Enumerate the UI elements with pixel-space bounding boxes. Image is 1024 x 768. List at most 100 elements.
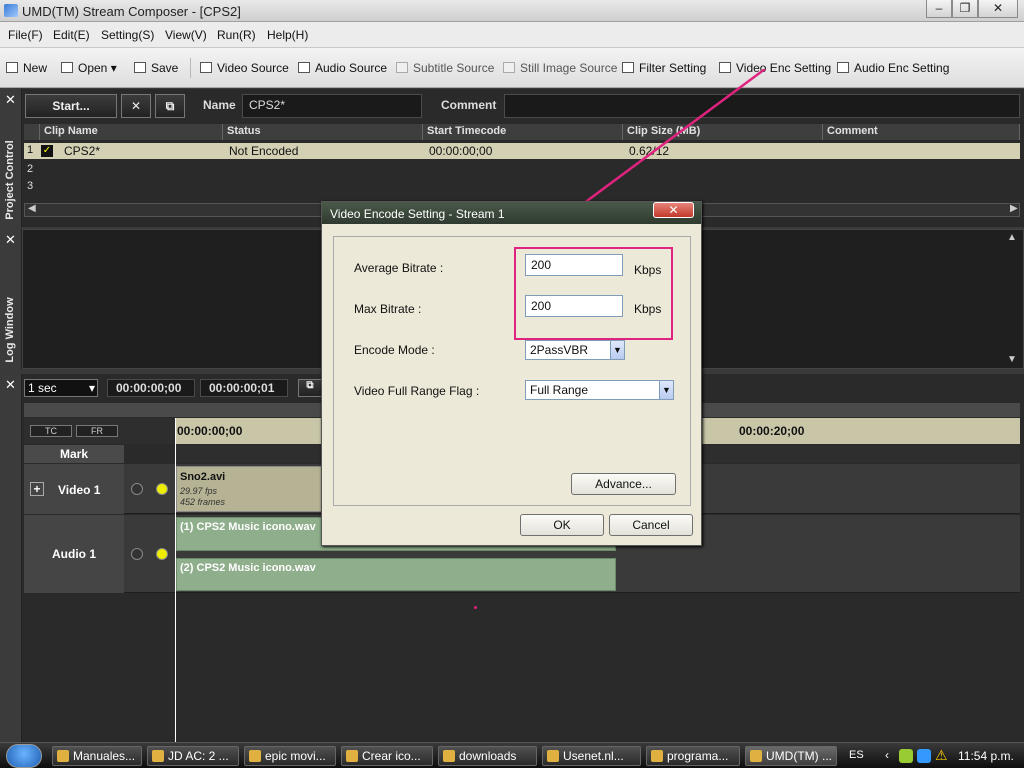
- copy-icon[interactable]: ⧉: [155, 94, 185, 118]
- taskbar-item[interactable]: Manuales...: [52, 746, 142, 766]
- scroll-left-icon[interactable]: ◀: [28, 203, 36, 214]
- program-icon: [651, 750, 663, 762]
- enable-toggle-icon[interactable]: [156, 548, 168, 560]
- window-title: UMD(TM) Stream Composer - [CPS2]: [22, 4, 241, 19]
- start-button[interactable]: Start...: [25, 94, 117, 118]
- menu-run[interactable]: Run(R): [217, 28, 256, 42]
- mute-toggle-icon[interactable]: [131, 483, 143, 495]
- fr-button[interactable]: FR: [76, 425, 118, 437]
- time-scale-select[interactable]: 1 sec ▾: [24, 379, 98, 397]
- avg-bitrate-unit: Kbps: [634, 263, 662, 277]
- tc-start-field[interactable]: 00:00:00;00: [107, 379, 195, 397]
- chevron-down-icon: ▼: [659, 381, 673, 399]
- advance-button[interactable]: Advance...: [571, 473, 676, 495]
- col-comment[interactable]: Comment: [823, 124, 1020, 140]
- new-button[interactable]: New: [6, 61, 47, 75]
- video-clip[interactable]: Sno2.avi 29.97 fps 452 frames: [176, 466, 324, 512]
- dialog-title: Video Encode Setting - Stream 1: [322, 202, 701, 224]
- video-source-button[interactable]: Video Source: [200, 61, 289, 75]
- app-icon: [750, 750, 762, 762]
- menu-setting[interactable]: Setting(S): [101, 28, 154, 42]
- tray-warning-icon[interactable]: ⚠: [935, 747, 948, 764]
- taskbar-item[interactable]: epic movi...: [244, 746, 336, 766]
- image-icon: [503, 62, 515, 73]
- browser-icon: [57, 750, 69, 762]
- tc-button[interactable]: TC: [30, 425, 72, 437]
- taskbar-item[interactable]: Usenet.nl...: [542, 746, 641, 766]
- scroll-up-icon[interactable]: ▲: [1007, 232, 1017, 243]
- open-button[interactable]: Open ▾: [61, 61, 117, 75]
- cancel-button[interactable]: Cancel: [609, 514, 693, 536]
- avg-bitrate-input[interactable]: 200: [525, 254, 623, 276]
- max-bitrate-input[interactable]: 200: [525, 295, 623, 317]
- save-disk-icon: [134, 62, 146, 73]
- close-panel-icon[interactable]: ✕: [5, 232, 16, 248]
- max-bitrate-unit: Kbps: [634, 302, 662, 316]
- taskbar-item[interactable]: Crear ico...: [341, 746, 433, 766]
- subtitle-source-button[interactable]: Subtitle Source: [396, 61, 494, 75]
- log-window-label: Log Window: [4, 297, 16, 363]
- dialog-close-button[interactable]: ✕: [653, 202, 694, 218]
- menu-bar: File(F) Edit(E) Setting(S) View(V) Run(R…: [0, 22, 1024, 48]
- taskbar-item[interactable]: programa...: [646, 746, 740, 766]
- mute-toggle-icon[interactable]: [131, 548, 143, 560]
- close-button[interactable]: ✕: [978, 0, 1018, 18]
- full-range-label: Video Full Range Flag :: [354, 384, 480, 398]
- new-file-icon: [6, 62, 18, 73]
- enable-toggle-icon[interactable]: [156, 483, 168, 495]
- mouse-cursor-dot: [474, 606, 477, 609]
- project-control-label: Project Control: [4, 140, 16, 220]
- menu-view[interactable]: View(V): [165, 28, 207, 42]
- minimize-button[interactable]: –: [926, 0, 952, 18]
- stop-icon[interactable]: ✕: [121, 94, 151, 118]
- playhead[interactable]: [175, 418, 176, 742]
- table-row[interactable]: 1 ✓ CPS2* Not Encoded 00:00:00;00 0.62/1…: [24, 143, 1020, 159]
- expand-icon[interactable]: +: [30, 482, 44, 496]
- tray-app-icon[interactable]: [899, 749, 913, 763]
- checkbox-checked-icon[interactable]: ✓: [41, 145, 53, 157]
- timeline-tab: ✕: [0, 374, 22, 742]
- name-input[interactable]: CPS2*: [242, 94, 422, 118]
- audio-clip[interactable]: (2) CPS2 Music icono.wav: [176, 558, 616, 591]
- scroll-right-icon[interactable]: ▶: [1010, 203, 1018, 214]
- maximize-button[interactable]: ❐: [952, 0, 978, 18]
- row-number: 3: [27, 180, 34, 192]
- menu-help[interactable]: Help(H): [267, 28, 308, 42]
- audio-enc-setting-button[interactable]: Audio Enc Setting: [837, 61, 949, 75]
- log-window-tab: ✕ Log Window: [0, 229, 22, 369]
- full-range-select[interactable]: Full Range ▼: [525, 380, 674, 400]
- taskbar: Manuales... JD AC: 2 ... epic movi... Cr…: [0, 742, 1024, 768]
- ruler-start-label: 00:00:00;00: [177, 424, 243, 438]
- menu-edit[interactable]: Edit(E): [53, 28, 90, 42]
- clock: 11:54 p.m.: [958, 749, 1014, 763]
- jdownloader-icon: [152, 750, 164, 762]
- menu-file[interactable]: File(F): [8, 28, 43, 42]
- taskbar-item[interactable]: UMD(TM) ...: [745, 746, 837, 766]
- folder-icon: [346, 750, 358, 762]
- tray-expand-icon[interactable]: ‹: [885, 748, 889, 762]
- col-status[interactable]: Status: [223, 124, 423, 140]
- tc-end-field[interactable]: 00:00:00;01: [200, 379, 288, 397]
- encode-mode-select[interactable]: 2PassVBR ▼: [525, 340, 625, 360]
- audio-track-label: Audio 1: [52, 547, 96, 561]
- close-panel-icon[interactable]: ✕: [5, 377, 16, 393]
- project-control-tab: ✕ Project Control: [0, 89, 22, 227]
- name-label: Name: [203, 98, 236, 112]
- film-icon: [200, 62, 212, 73]
- start-orb-icon[interactable]: [6, 744, 42, 768]
- video-encode-dialog: Video Encode Setting - Stream 1 ✕ Averag…: [321, 201, 702, 546]
- col-clip-name[interactable]: Clip Name: [40, 124, 223, 140]
- tray-network-icon[interactable]: [917, 749, 931, 763]
- timeline-tool-icon[interactable]: ⧉: [298, 379, 322, 397]
- save-button[interactable]: Save: [134, 61, 178, 75]
- taskbar-item[interactable]: JD AC: 2 ...: [147, 746, 239, 766]
- encode-mode-label: Encode Mode :: [354, 343, 435, 357]
- browser-icon: [547, 750, 559, 762]
- taskbar-item[interactable]: downloads: [438, 746, 537, 766]
- ok-button[interactable]: OK: [520, 514, 604, 536]
- language-indicator[interactable]: ES: [849, 749, 864, 761]
- scroll-down-icon[interactable]: ▼: [1007, 354, 1017, 365]
- close-panel-icon[interactable]: ✕: [5, 92, 16, 108]
- audio-source-button[interactable]: Audio Source: [298, 61, 387, 75]
- title-bar: UMD(TM) Stream Composer - [CPS2] – ❐ ✕: [0, 0, 1024, 22]
